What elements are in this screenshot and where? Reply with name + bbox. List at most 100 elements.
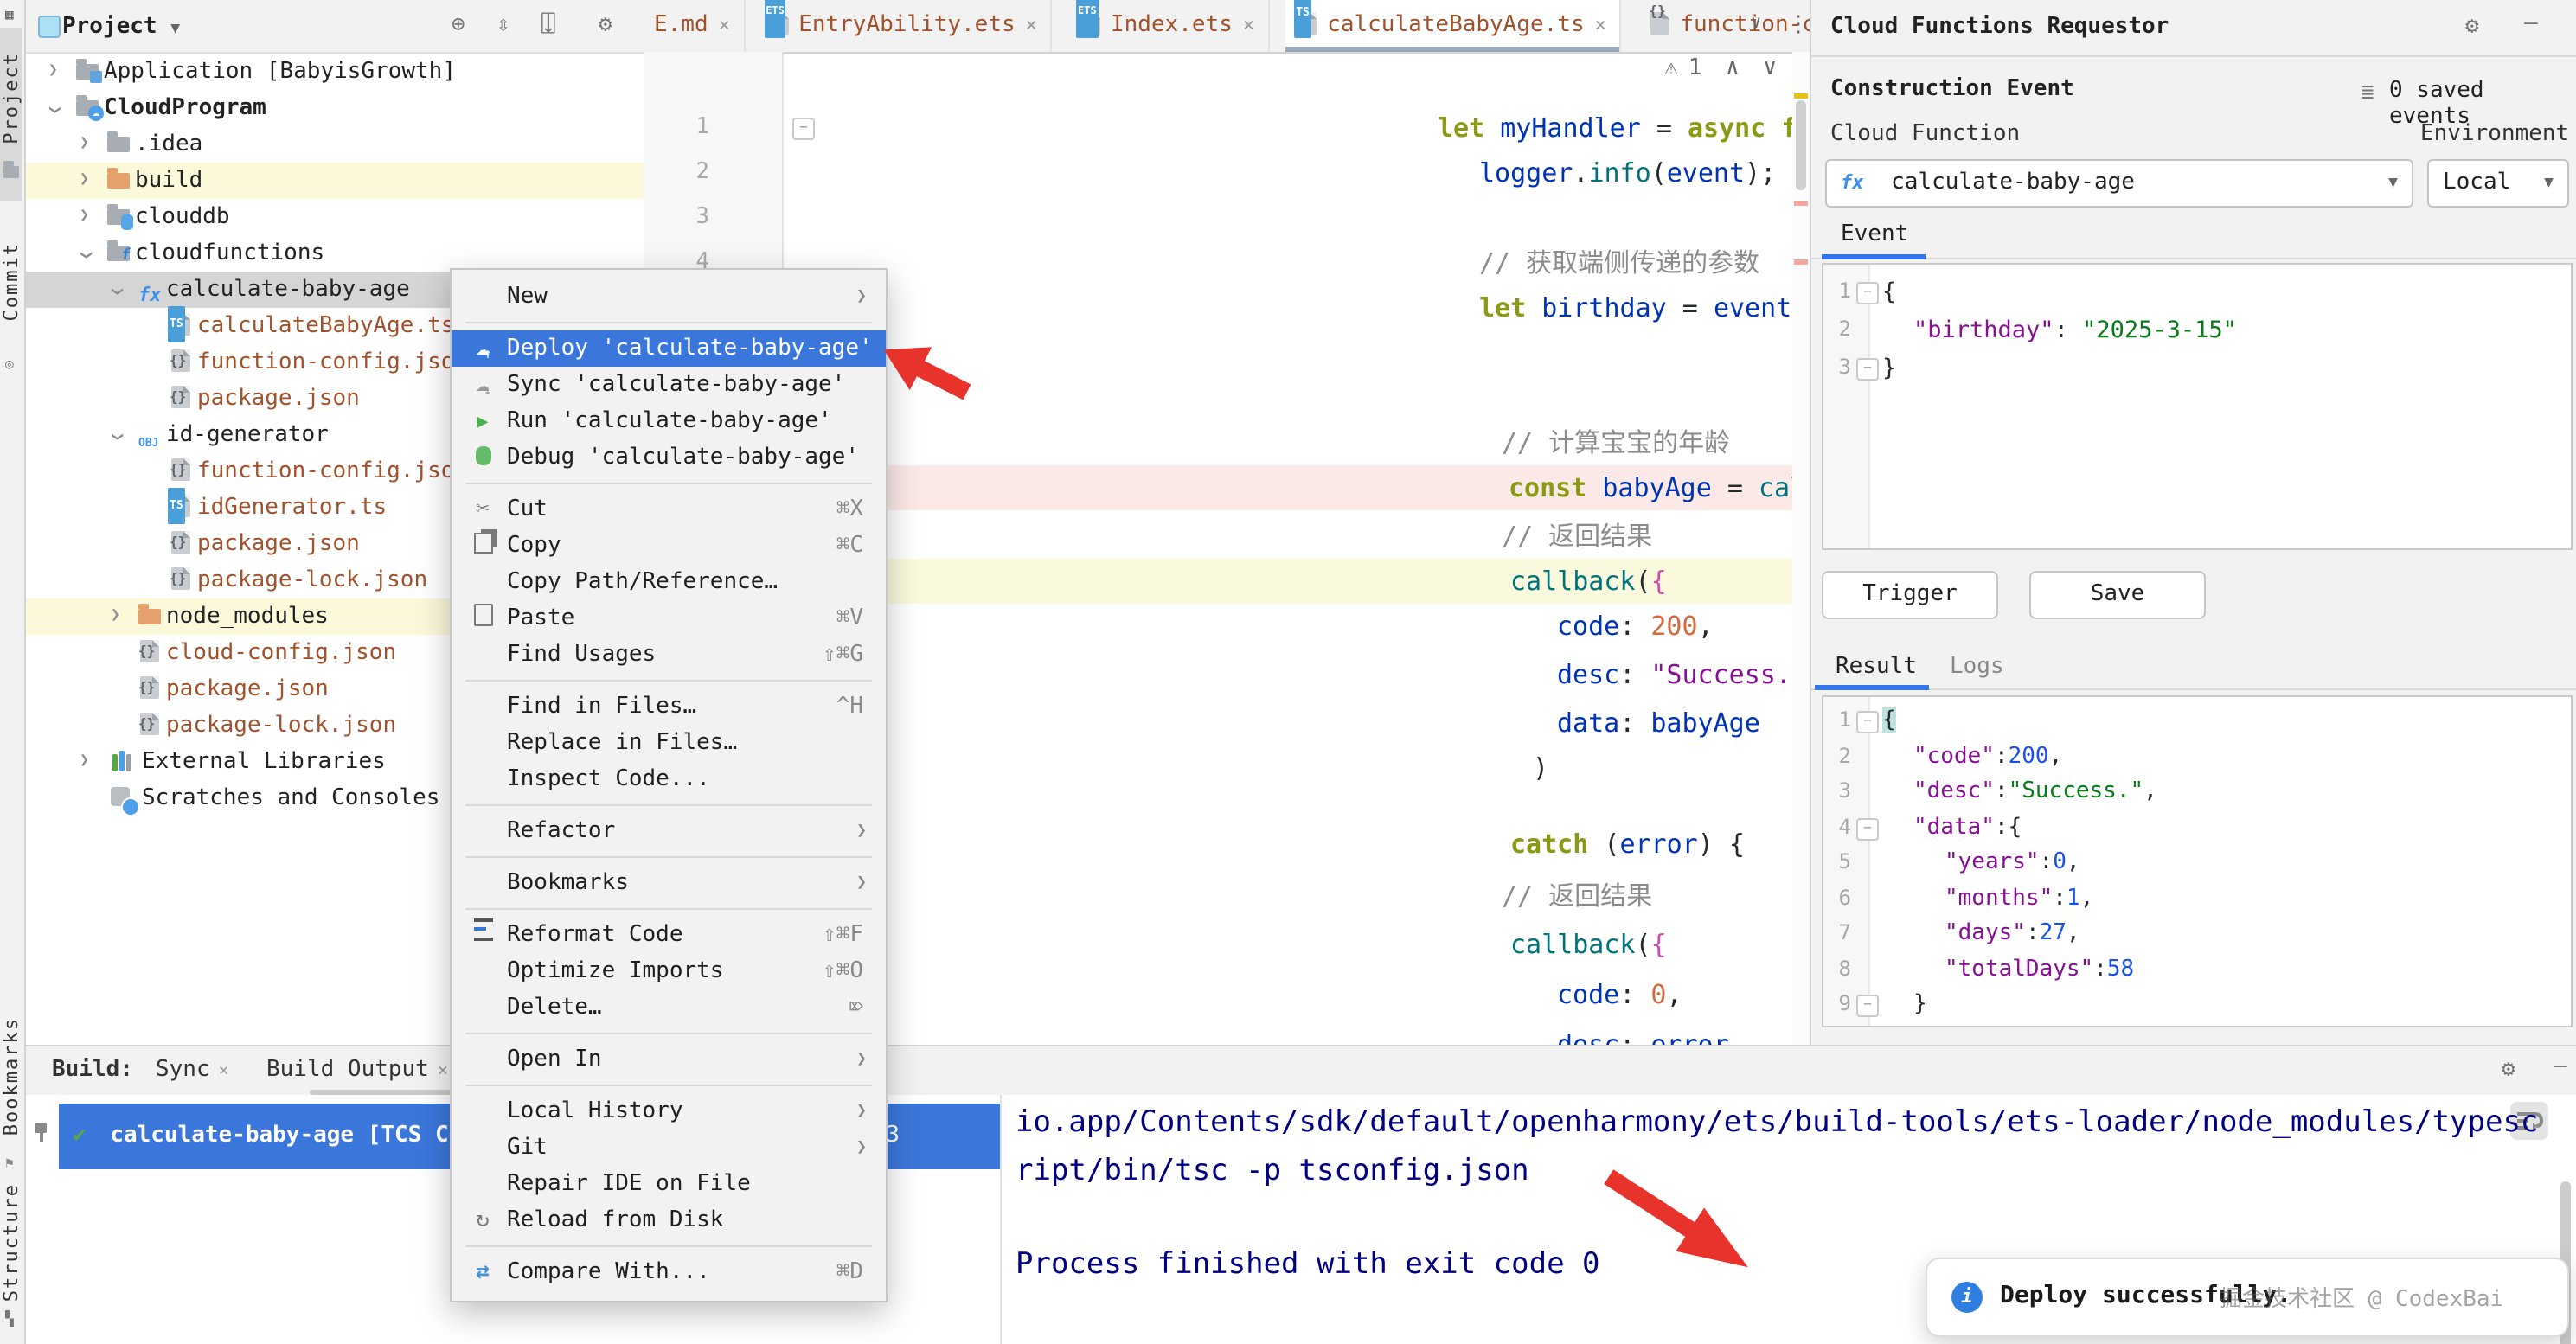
editor-tab-entryability-ets[interactable]: ETSEntryAbility.ets× [757,0,1053,52]
editor-tab-index-ets[interactable]: ETSIndex.ets× [1069,0,1270,52]
hide-panel-icon[interactable]: — [2524,10,2538,36]
menu-item-copy-path-reference[interactable]: Copy Path/Reference… [452,564,886,600]
menu-item-delete[interactable]: Delete…⌦ [452,989,886,1026]
menu-item-repair-ide-on-file[interactable]: Repair IDE on File [452,1166,886,1202]
menu-item-open-in[interactable]: Open In❯ [452,1041,886,1078]
tool-tab-bookmarks[interactable]: Bookmarks [0,1017,24,1136]
menu-item-find-usages[interactable]: Find Usages⇧⌘G [452,637,886,673]
tree-item[interactable]: ❯clouddb [24,199,644,235]
menu-item-bookmarks[interactable]: Bookmarks❯ [452,865,886,901]
chevron-collapsed-icon[interactable]: ❯ [48,54,58,90]
close-icon[interactable]: × [719,14,730,36]
fold-marker-icon[interactable]: − [1856,711,1879,733]
menu-item-inspect-code[interactable]: Inspect Code... [452,761,886,797]
menu-item-reload-from-disk[interactable]: ↻Reload from Disk [452,1202,886,1238]
json-line[interactable]: "days":27, [1945,920,2080,946]
event-json-editor[interactable]: 1−{2"birthday": "2025-3-15"3−} [1822,263,2573,550]
tab-logs[interactable]: Logs [1950,654,2004,680]
hide-panel-icon[interactable]: — [2554,1053,2567,1079]
code-line[interactable]: // 获取端侧传递的参数 [1479,240,1759,285]
tool-tab-structure[interactable]: Structure [0,1183,24,1302]
chevron-expanded-icon[interactable]: ❯ [97,432,133,442]
json-line[interactable]: "totalDays":58 [1945,956,2134,982]
tool-tab-project[interactable]: Project [0,52,24,144]
code-line[interactable]: catch (error) { [1510,822,1745,867]
code-line[interactable]: // 返回结果 [1502,874,1652,918]
menu-item-find-in-files[interactable]: Find in Files…^H [452,688,886,725]
code-line[interactable]: code: 0, [1557,972,1682,1017]
fold-marker-icon[interactable]: − [1856,358,1879,381]
cloud-function-select[interactable]: fx calculate-baby-age ▼ [1825,159,2413,208]
json-line[interactable]: { [1882,707,1896,733]
gear-icon[interactable]: ⚙ [2502,1057,2515,1083]
json-line[interactable]: } [1913,991,1927,1017]
result-json-viewer[interactable]: 1−{2"code":200,3"desc":"Success.",4−"dat… [1822,695,2573,1027]
tree-item[interactable]: ❯☁CloudProgram [24,90,644,126]
tab-kebab-menu-icon[interactable]: ⋮ [1787,12,1810,38]
fold-marker-icon[interactable]: − [1856,282,1879,304]
code-line[interactable]: callback({ [1510,922,1667,967]
code-line[interactable]: desc: "Success.", [1557,652,1823,697]
chevron-collapsed-icon[interactable]: ❯ [80,744,89,780]
inspection-widget[interactable]: ⚠1 ∧ ∨ [1652,55,1789,93]
menu-item-git[interactable]: Git❯ [452,1130,886,1166]
menu-item-new[interactable]: New❯ [452,278,886,315]
close-icon[interactable]: × [219,1062,229,1081]
menu-item-deploy-calculate-baby-age[interactable]: ☁↑Deploy 'calculate-baby-age' [452,330,886,367]
close-icon[interactable]: × [438,1062,448,1081]
menu-item-sync-calculate-baby-age[interactable]: ☁↓Sync 'calculate-baby-age' [452,367,886,403]
menu-item-compare-with[interactable]: ⇄Compare With...⌘D [452,1254,886,1290]
gear-icon[interactable]: ⚙ [599,12,612,38]
menu-item-run-calculate-baby-age[interactable]: ▶Run 'calculate-baby-age' [452,403,886,439]
pin-icon[interactable] [33,1123,50,1140]
json-line[interactable]: "desc":"Success.", [1913,778,2157,804]
json-line[interactable]: } [1882,355,1896,382]
json-line[interactable]: "code":200, [1913,743,2062,769]
json-line[interactable]: "data":{ [1913,814,2022,840]
tab-result[interactable]: Result [1836,654,1917,680]
editor-tab-e-md[interactable]: E.md× [644,0,746,52]
locate-file-icon[interactable]: ⊕ [452,12,465,38]
tree-item[interactable]: ❯build [24,163,644,199]
menu-item-copy[interactable]: Copy⌘C [452,528,886,564]
chevron-collapsed-icon[interactable]: ❯ [111,598,120,635]
tab-build-output[interactable]: Build Output× [266,1046,448,1095]
json-line[interactable]: "years":0, [1945,849,2080,875]
menu-item-debug-calculate-baby-age[interactable]: Debug 'calculate-baby-age' [452,439,886,476]
collapse-all-icon[interactable]: ⍗ [541,12,555,38]
menu-item-cut[interactable]: ✂Cut⌘X [452,491,886,528]
close-icon[interactable]: × [1243,14,1254,36]
save-button[interactable]: Save [2029,571,2206,619]
prev-issue-icon[interactable]: ∧ [1726,55,1740,81]
code-line[interactable]: logger.info(event); [1479,150,1776,195]
code-line[interactable]: // 返回结果 [1502,514,1652,559]
environment-select[interactable]: Local ▼ [2427,159,2569,208]
main-menu-icon[interactable]: ▦ [5,7,14,22]
project-view-title[interactable]: Project ▼ [62,14,180,40]
menu-item-refactor[interactable]: Refactor❯ [452,813,886,849]
menu-item-paste[interactable]: Paste⌘V [452,600,886,637]
json-line[interactable]: "months":1, [1945,885,2093,911]
json-line[interactable]: { [1882,278,1896,306]
tab-overflow-chevron-icon[interactable]: ∨ [1751,14,1761,33]
json-line[interactable]: "birthday": "2025-3-15" [1913,317,2237,344]
tree-item[interactable]: ❯.idea [24,126,644,163]
chevron-collapsed-icon[interactable]: ❯ [80,163,89,199]
next-issue-icon[interactable]: ∨ [1763,55,1777,81]
saved-events-icon[interactable]: ≣ [2361,80,2374,104]
fold-marker-icon[interactable]: − [1856,995,1879,1017]
code-line[interactable]: code: 200, [1557,604,1714,649]
trigger-button[interactable]: Trigger [1822,571,1998,619]
menu-item-replace-in-files[interactable]: Replace in Files… [452,725,886,761]
menu-item-local-history[interactable]: Local History❯ [452,1093,886,1130]
code-line[interactable]: // 计算宝宝的年龄 [1502,420,1730,465]
tool-tab-commit[interactable]: Commit [0,242,24,322]
tab-sync[interactable]: Sync× [156,1046,229,1095]
close-icon[interactable]: × [1595,14,1606,36]
code-line[interactable]: ) [1533,746,1548,790]
chevron-expanded-icon[interactable]: ❯ [35,106,71,115]
tab-event[interactable]: Event [1841,221,1908,247]
editor-scrollbar[interactable] [1792,52,1810,1045]
code-line[interactable]: callback({ [1510,559,1667,604]
close-icon[interactable]: × [1026,14,1037,36]
